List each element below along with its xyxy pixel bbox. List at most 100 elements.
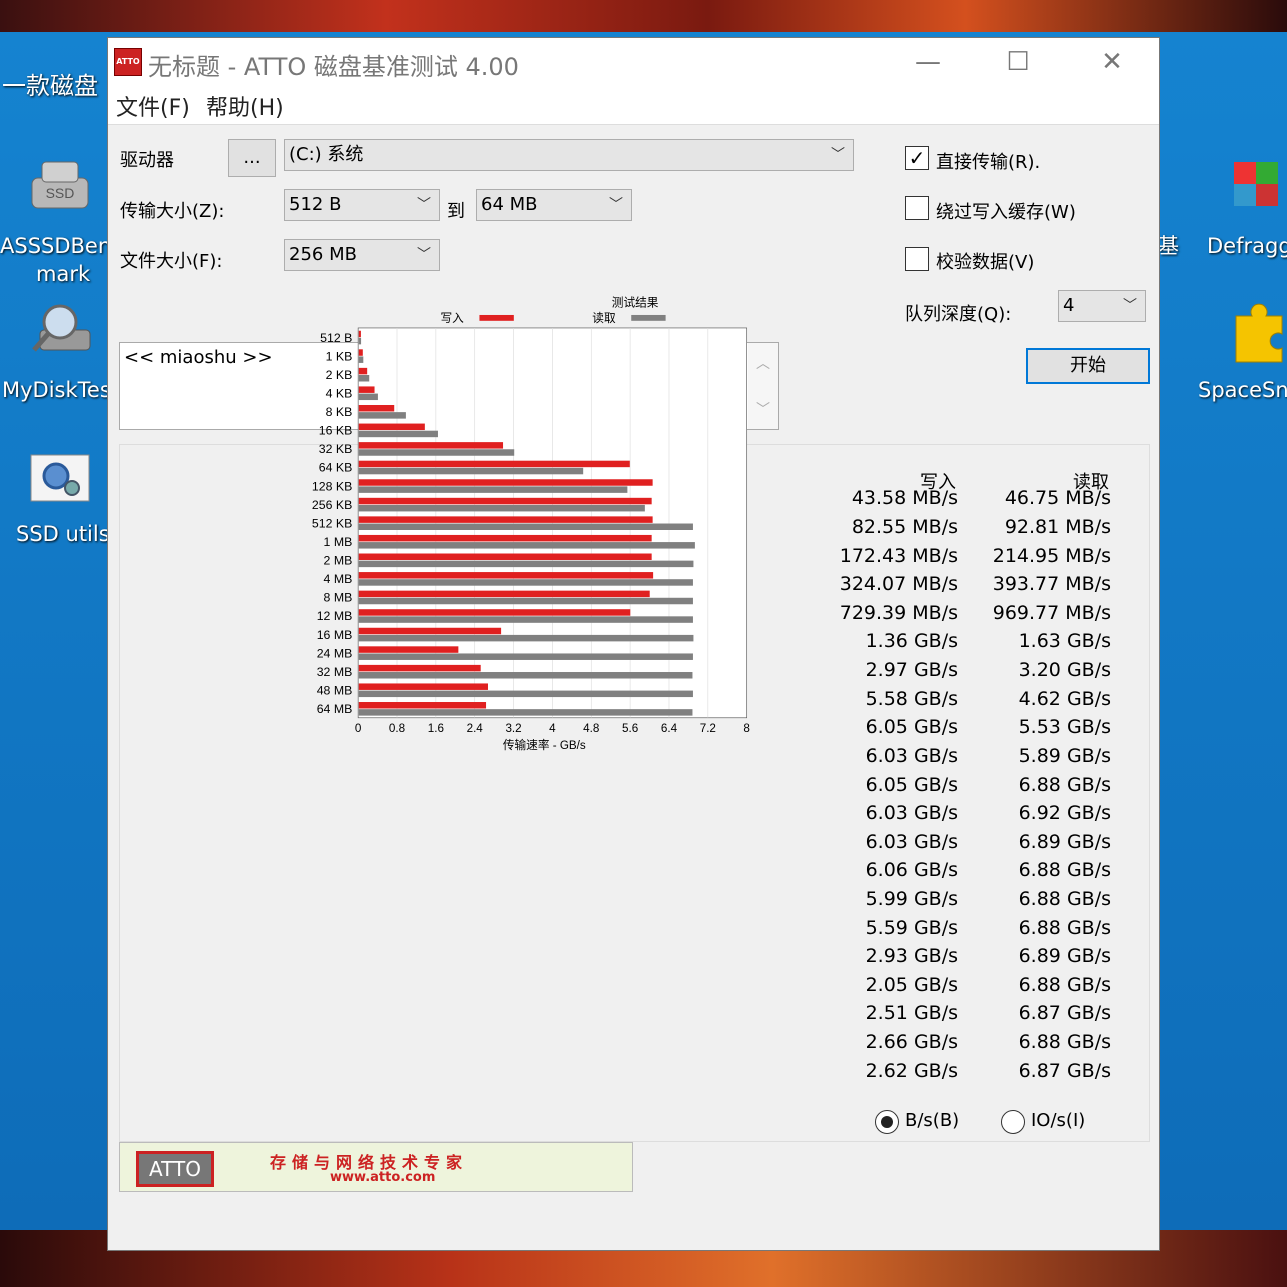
x-tick-label: 8 [743, 722, 749, 735]
category-label: 32 MB [317, 665, 353, 679]
read-bar [358, 375, 370, 382]
write-value: 43.58 MB/s [851, 487, 958, 510]
write-value: 6.03 GB/s [865, 744, 958, 767]
x-tick-label: 4.8 [583, 722, 599, 735]
svg-text:SSD: SSD [46, 185, 75, 201]
write-value: 2.51 GB/s [865, 1002, 958, 1025]
write-value: 82.55 MB/s [851, 515, 958, 538]
write-bar [358, 349, 363, 356]
read-bar [358, 690, 693, 698]
category-label: 48 MB [317, 683, 353, 697]
read-bar [358, 672, 693, 679]
write-value: 6.05 GB/s [865, 716, 958, 739]
write-value: 6.03 GB/s [865, 802, 958, 825]
write-value: 5.99 GB/s [865, 887, 958, 910]
read-bar [358, 393, 378, 401]
write-bar [358, 460, 630, 468]
category-label: 64 MB [317, 702, 353, 716]
write-value: 2.66 GB/s [865, 1031, 958, 1054]
write-bar [358, 534, 652, 542]
category-label: 256 KB [312, 498, 352, 512]
write-bar [358, 590, 650, 598]
x-tick-label: 2.4 [467, 722, 484, 735]
write-bar [358, 423, 425, 431]
category-label: 16 MB [317, 628, 353, 642]
desktop-icon-ssd-utils[interactable] [30, 454, 90, 508]
legend-read-label: 读取 [592, 311, 616, 325]
write-value: 5.58 GB/s [865, 687, 958, 710]
desktop-icon-label-asssd: ASSSDBenc [0, 234, 123, 258]
read-bar [358, 430, 438, 438]
category-label: 512 KB [312, 516, 352, 530]
bytes-radio-label: B/s(B) [905, 1110, 960, 1131]
read-value: 6.87 GB/s [1018, 1059, 1111, 1082]
read-bar [358, 616, 693, 623]
category-label: 1 KB [326, 349, 353, 363]
desktop-icon-label-defraggler: Defragg [1207, 234, 1287, 258]
category-label: 2 MB [324, 554, 353, 568]
read-value: 92.81 MB/s [1004, 515, 1111, 538]
read-value: 6.88 GB/s [1018, 916, 1111, 939]
desktop-icon-asssd[interactable]: SSD [28, 158, 92, 222]
write-value: 2.05 GB/s [865, 973, 958, 996]
read-value: 5.53 GB/s [1018, 716, 1111, 739]
read-value: 969.77 MB/s [992, 601, 1111, 624]
read-bar [358, 579, 693, 586]
desktop-icon-mydisktest[interactable] [30, 300, 94, 368]
atto-window: ATTO 无标题 - ATTO 磁盘基准测试 4.00 — ☐ ✕ 文件(F) … [108, 38, 1159, 1250]
read-bar [358, 449, 515, 456]
desktop-icon-spacesniffer[interactable] [1232, 302, 1287, 370]
read-bar [358, 597, 693, 605]
read-value: 6.88 GB/s [1018, 887, 1111, 910]
ssd-drive-icon: SSD [31, 161, 89, 209]
read-value: 6.88 GB/s [1018, 859, 1111, 882]
puzzle-piece-icon [1235, 303, 1283, 363]
x-tick-label: 1.6 [428, 722, 444, 735]
desktop-partial-label: 基 [1158, 234, 1179, 258]
category-label: 24 MB [317, 646, 353, 660]
read-value: 5.89 GB/s [1018, 744, 1111, 767]
category-label: 4 MB [324, 572, 353, 586]
write-bar [358, 627, 502, 635]
write-bar [358, 664, 481, 672]
atto-banner[interactable]: ATTO 存储与网络技术专家 www.atto.com [119, 1142, 633, 1192]
category-label: 12 MB [317, 609, 353, 623]
write-value: 324.07 MB/s [839, 573, 958, 596]
write-value: 172.43 MB/s [839, 544, 958, 567]
write-bar [358, 553, 652, 560]
category-label: 4 KB [326, 386, 353, 400]
read-value: 6.92 GB/s [1018, 802, 1111, 825]
write-bar [358, 572, 654, 579]
write-bar [358, 609, 631, 616]
read-value: 6.88 GB/s [1018, 973, 1111, 996]
read-bar [358, 634, 694, 642]
write-value: 729.39 MB/s [839, 601, 958, 624]
write-bar [358, 367, 368, 375]
read-bar [358, 542, 695, 549]
write-value: 6.05 GB/s [865, 773, 958, 796]
io-radio[interactable] [1001, 1110, 1025, 1134]
chart-title: 测试结果 [612, 296, 659, 310]
category-label: 64 KB [319, 461, 353, 475]
write-bar [358, 516, 653, 523]
desktop-icon-label-ssd-utils: SSD utils [16, 522, 110, 546]
read-value: 6.89 GB/s [1018, 830, 1111, 853]
category-label: 128 KB [312, 479, 352, 493]
cube-icon [1234, 162, 1278, 206]
read-value: 6.89 GB/s [1018, 945, 1111, 968]
write-bar [358, 479, 653, 486]
gear-settings-icon [30, 454, 90, 502]
category-label: 1 MB [324, 535, 353, 549]
read-bar [358, 709, 693, 716]
read-value: 393.77 MB/s [992, 573, 1111, 596]
read-bar [358, 653, 693, 660]
read-bar [358, 356, 364, 363]
write-value: 1.36 GB/s [865, 630, 958, 653]
write-value: 2.97 GB/s [865, 659, 958, 682]
read-value: 3.20 GB/s [1018, 659, 1111, 682]
desktop-icon-defraggler[interactable] [1228, 158, 1287, 224]
io-radio-label: IO/s(I) [1031, 1110, 1086, 1131]
read-bar [358, 412, 406, 419]
bytes-radio[interactable] [875, 1110, 899, 1134]
write-bar [358, 404, 395, 412]
